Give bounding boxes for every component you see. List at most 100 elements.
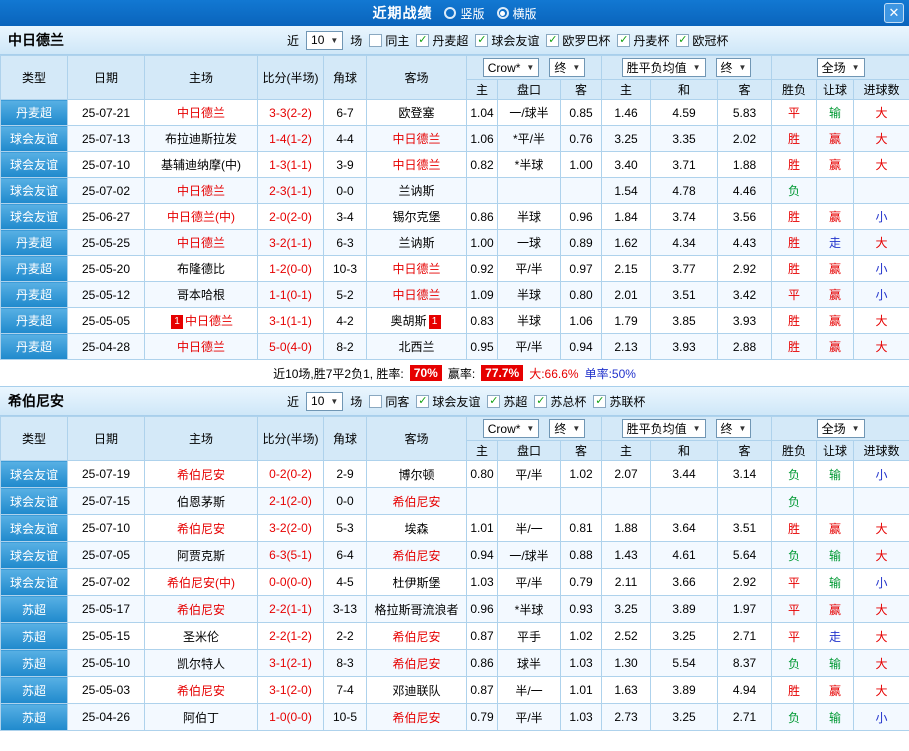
checkbox-checked-icon[interactable]: ✓ [534,395,547,408]
avg-group-header: 胜平负均值▼ 终▼ [602,56,772,80]
titlebar: 近期战绩 竖版 横版 ✕ [0,0,909,26]
filter-checkbox[interactable]: 同主 [369,32,409,49]
cell-goals: 大 [854,334,909,360]
cell-date: 25-05-15 [68,623,145,650]
cell-odds-home: 0.87 [467,677,498,704]
checkbox-checked-icon[interactable]: ✓ [416,34,429,47]
avg-stage-select[interactable]: 终▼ [716,58,752,77]
cell-away-team: 希伯尼安 [367,542,467,569]
col-type: 类型 [1,56,68,100]
cell-home-team: 中日德兰 [145,230,258,256]
match-count-select[interactable]: 10▼ [306,392,343,411]
match-count-select[interactable]: 10▼ [306,31,343,50]
cell-league: 苏超 [1,704,68,731]
cell-avg-draw: 3.89 [651,677,718,704]
checkbox-checked-icon[interactable]: ✓ [676,34,689,47]
col-odds-home: 主 [467,80,498,100]
filter-checkbox[interactable]: ✓丹麦超 [416,32,468,49]
cell-date: 25-07-02 [68,569,145,596]
cell-result: 平 [772,596,817,623]
cell-odds-away [561,488,602,515]
cell-league: 丹麦超 [1,282,68,308]
cell-result: 胜 [772,334,817,360]
checkbox-checked-icon[interactable]: ✓ [593,395,606,408]
odds-group-header: Crow*▼ 终▼ [467,417,602,441]
big-rate-text: 大:66.6% [529,365,578,382]
section-header-midtjylland: 中日德兰 近10▼场同主✓丹麦超✓球会友谊✓欧罗巴杯✓丹麦杯✓欧冠杯 [0,26,909,55]
cell-odds-away: 0.79 [561,569,602,596]
cell-result: 胜 [772,126,817,152]
summary-text: 近10场,胜7平2负1, 胜率: [273,365,404,382]
cell-odds-handicap: 半/一 [498,515,561,542]
cell-avg-away: 1.88 [718,152,772,178]
odds-stage-select[interactable]: 终▼ [549,419,585,438]
cell-odds-home: 1.04 [467,100,498,126]
filter-checkbox[interactable]: ✓欧罗巴杯 [546,32,610,49]
cell-odds-home: 0.79 [467,704,498,731]
scope-select[interactable]: 全场▼ [817,58,865,77]
cell-odds-handicap: 一/球半 [498,542,561,569]
home-team-name: 圣米伦 [183,630,219,644]
avg-select[interactable]: 胜平负均值▼ [622,58,706,77]
cell-score: 1-1(0-1) [258,282,324,308]
cell-avg-away: 3.14 [718,461,772,488]
filter-checkbox-label: 苏联杯 [609,393,645,410]
home-team-name: 希伯尼安 [177,468,225,482]
cell-odds-handicap: 半球 [498,308,561,334]
col-avg-home: 主 [602,441,651,461]
bookmaker-select[interactable]: Crow*▼ [483,58,540,77]
cell-goals: 大 [854,650,909,677]
cell-avg-away: 2.71 [718,704,772,731]
cell-handicap-result: 输 [817,650,854,677]
radio-unselected-icon[interactable] [444,7,456,19]
cell-score: 3-3(2-2) [258,100,324,126]
cell-avg-home: 2.01 [602,282,651,308]
cell-score: 2-2(1-2) [258,623,324,650]
cell-handicap-result: 输 [817,569,854,596]
close-icon[interactable]: ✕ [884,3,904,23]
avg-select[interactable]: 胜平负均值▼ [622,419,706,438]
cell-corners: 7-4 [324,677,367,704]
filter-near-label: 近 [287,32,299,49]
filter-checkbox[interactable]: ✓欧冠杯 [676,32,728,49]
radio-horizontal-layout[interactable]: 横版 [497,5,537,22]
cell-away-team: 希伯尼安 [367,623,467,650]
cell-avg-away: 5.64 [718,542,772,569]
odds-stage-select[interactable]: 终▼ [549,58,585,77]
filter-checkbox[interactable]: ✓球会友谊 [475,32,539,49]
home-team-name: 希伯尼安 [177,603,225,617]
filter-checkbox[interactable]: ✓苏联杯 [593,393,645,410]
cell-corners: 10-5 [324,704,367,731]
record-summary: 近10场,胜7平2负1, 胜率: 70% 赢率: 77.7% 大:66.6% 单… [0,360,909,387]
radio-vertical-layout[interactable]: 竖版 [444,5,484,22]
checkbox-checked-icon[interactable]: ✓ [475,34,488,47]
scope-select[interactable]: 全场▼ [817,419,865,438]
cell-league: 球会友谊 [1,152,68,178]
cell-odds-home: 0.94 [467,542,498,569]
filter-checkbox[interactable]: ✓苏超 [487,393,527,410]
cell-score: 6-3(5-1) [258,542,324,569]
bookmaker-select[interactable]: Crow*▼ [483,419,540,438]
cell-score: 3-1(2-1) [258,650,324,677]
checkbox-checked-icon[interactable]: ✓ [617,34,630,47]
filter-checkbox[interactable]: ✓球会友谊 [416,393,480,410]
match-row: 球会友谊25-07-05阿贾克斯6-3(5-1)6-4希伯尼安0.94一/球半0… [1,542,909,569]
checkbox-unchecked-icon[interactable] [369,34,382,47]
cell-odds-handicap: 平/半 [498,704,561,731]
checkbox-checked-icon[interactable]: ✓ [546,34,559,47]
cell-avg-home: 2.11 [602,569,651,596]
avg-stage-select[interactable]: 终▼ [716,419,752,438]
cell-league: 丹麦超 [1,230,68,256]
filter-checkbox[interactable]: ✓苏总杯 [534,393,586,410]
checkbox-unchecked-icon[interactable] [369,395,382,408]
filter-checkbox[interactable]: ✓丹麦杯 [617,32,669,49]
filter-checkbox[interactable]: 同客 [369,393,409,410]
cell-handicap-result: 赢 [817,126,854,152]
radio-selected-icon[interactable] [497,7,509,19]
cell-handicap-result: 赢 [817,334,854,360]
col-handicap-result: 让球 [817,80,854,100]
checkbox-checked-icon[interactable]: ✓ [416,395,429,408]
checkbox-checked-icon[interactable]: ✓ [487,395,500,408]
cell-odds-away: 1.02 [561,461,602,488]
cell-score: 1-2(0-0) [258,256,324,282]
